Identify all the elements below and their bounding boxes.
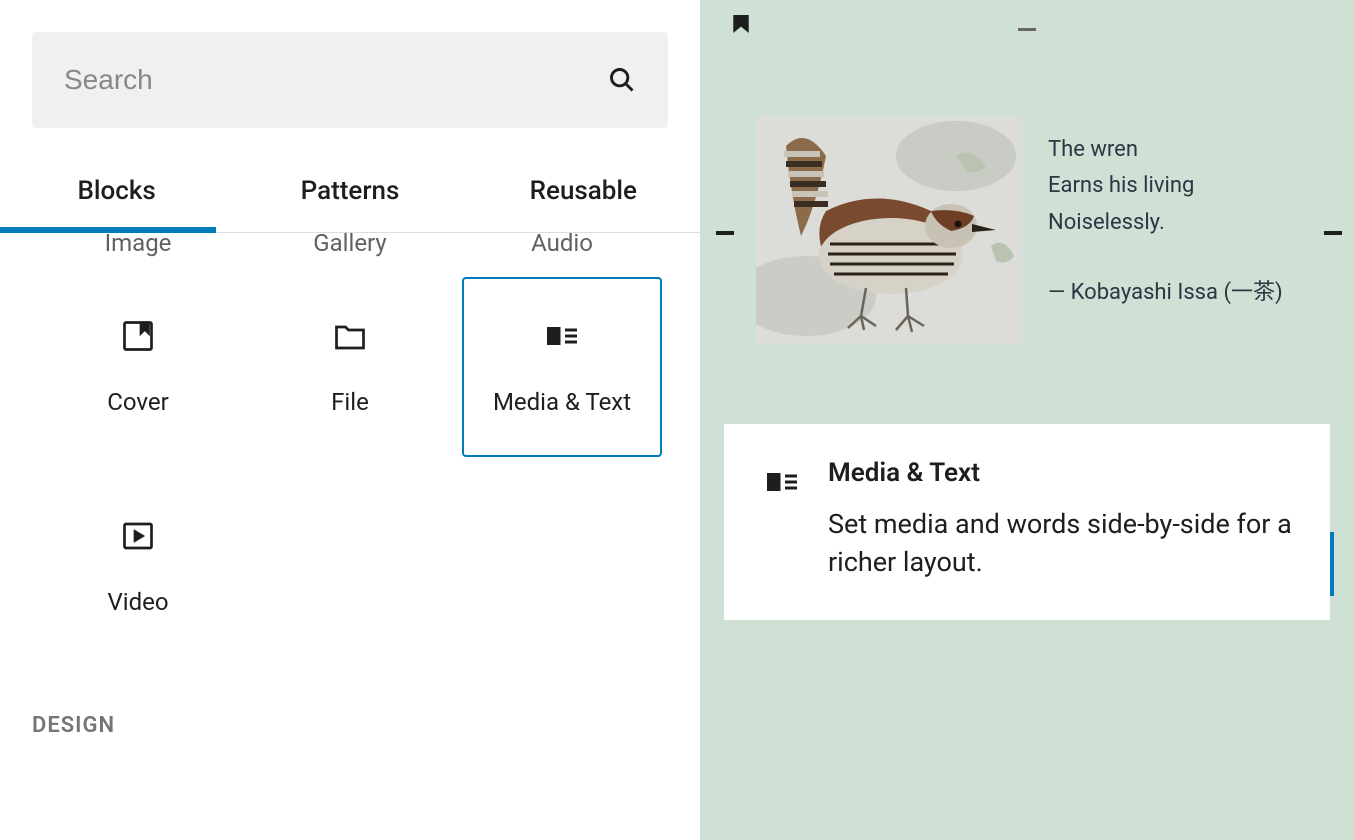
block-label-audio: Audio: [462, 233, 662, 257]
resize-handle-right[interactable]: [1324, 231, 1342, 235]
block-list[interactable]: Image Gallery Audio Cover File: [0, 233, 700, 840]
search-box[interactable]: [32, 32, 668, 128]
search-icon: [608, 66, 636, 94]
search-container: [0, 0, 700, 128]
tab-blocks[interactable]: Blocks: [0, 156, 233, 232]
info-title: Media & Text: [828, 458, 1296, 488]
block-label: Cover: [107, 388, 168, 416]
block-item-cover[interactable]: Cover: [38, 277, 238, 457]
search-input[interactable]: [64, 64, 608, 96]
block-label-gallery: Gallery: [250, 233, 450, 257]
selection-indicator: [1330, 532, 1334, 596]
block-row: Cover File Media & Text: [32, 257, 668, 457]
poem-line: Earns his living: [1048, 168, 1298, 204]
poem-attribution: — Kobayashi Issa (一茶): [1048, 275, 1298, 311]
bookmark-icon: [733, 15, 749, 33]
media-text-icon: [764, 464, 800, 500]
block-info-card: Media & Text Set media and words side-by…: [724, 424, 1330, 620]
poem-line: The wren: [1048, 132, 1298, 168]
tab-reusable[interactable]: Reusable: [467, 156, 700, 232]
video-icon: [120, 518, 156, 554]
info-text: Media & Text Set media and words side-by…: [828, 458, 1296, 582]
block-preview-panel: The wren Earns his living Noiselessly. —…: [700, 0, 1354, 840]
inserter-tabs: Blocks Patterns Reusable: [0, 156, 700, 233]
resize-handle-top[interactable]: [1018, 28, 1036, 31]
wren-illustration-icon: [756, 116, 1022, 344]
block-label: Video: [107, 588, 168, 616]
file-icon: [332, 318, 368, 354]
preview-image: [756, 116, 1022, 344]
media-text-preview: The wren Earns his living Noiselessly. —…: [724, 36, 1330, 344]
block-label: Media & Text: [493, 388, 631, 416]
tab-patterns[interactable]: Patterns: [233, 156, 466, 232]
block-row: Video: [32, 457, 668, 657]
block-label: File: [331, 388, 369, 416]
poem-line: Noiselessly.: [1048, 205, 1298, 241]
block-item-media-text[interactable]: Media & Text: [462, 277, 662, 457]
preview-text: The wren Earns his living Noiselessly. —…: [1048, 116, 1298, 344]
block-item-video[interactable]: Video: [38, 477, 238, 657]
block-inserter-panel: Blocks Patterns Reusable Image Gallery A…: [0, 0, 700, 840]
partial-row: Image Gallery Audio: [32, 233, 668, 257]
design-section-heading: DESIGN: [32, 657, 668, 738]
resize-handle-left[interactable]: [716, 231, 734, 235]
cover-icon: [120, 318, 156, 354]
block-item-file[interactable]: File: [250, 277, 450, 457]
block-label-image: Image: [38, 233, 238, 257]
media-text-icon: [544, 318, 580, 354]
info-description: Set media and words side-by-side for a r…: [828, 506, 1296, 582]
